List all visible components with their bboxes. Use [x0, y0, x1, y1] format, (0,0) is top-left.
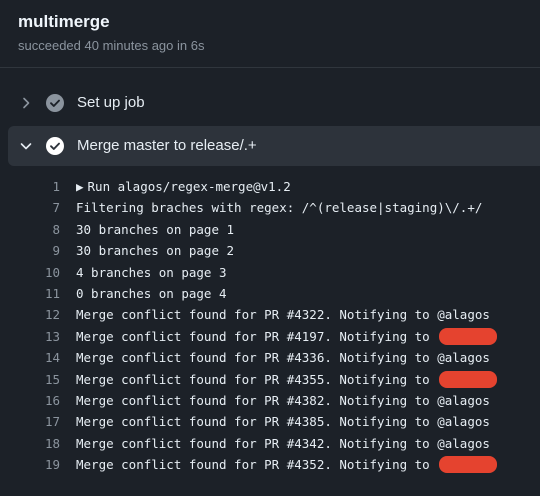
log-line[interactable]: 12 Merge conflict found for PR #4322. No…	[0, 304, 540, 325]
log-line[interactable]: 14 Merge conflict found for PR #4336. No…	[0, 347, 540, 368]
log-line[interactable]: 15 Merge conflict found for PR #4355. No…	[0, 369, 540, 390]
redacted-username	[439, 456, 498, 474]
log-line[interactable]: 18 Merge conflict found for PR #4342. No…	[0, 433, 540, 454]
log-text: Merge conflict found for PR #4342. Notif…	[76, 435, 490, 451]
line-number[interactable]: 15	[24, 369, 60, 390]
log-line[interactable]: 7 Filtering braches with regex: /^(relea…	[0, 197, 540, 218]
redacted-username	[439, 370, 498, 388]
log-text-content: Merge conflict found for PR #4352. Notif…	[76, 457, 438, 473]
check-circle-icon	[46, 94, 64, 112]
log-line[interactable]: 11 0 branches on page 4	[0, 283, 540, 304]
expand-triangle-icon[interactable]: ▶	[76, 176, 84, 197]
line-number[interactable]: 10	[24, 262, 60, 283]
chevron-right-icon	[23, 97, 30, 109]
log-text: Filtering braches with regex: /^(release…	[76, 200, 483, 216]
line-number[interactable]: 19	[24, 454, 60, 475]
log-text: Merge conflict found for PR #4322. Notif…	[76, 307, 490, 323]
line-number[interactable]: 13	[24, 326, 60, 347]
line-number[interactable]: 17	[24, 411, 60, 432]
log-line[interactable]: 19 Merge conflict found for PR #4352. No…	[0, 454, 540, 475]
log-text: ▶ Run alagos/regex-merge@v1.2	[76, 176, 291, 197]
log-line[interactable]: 17 Merge conflict found for PR #4385. No…	[0, 411, 540, 432]
step-log: 1 ▶ Run alagos/regex-merge@v1.2 7 Filteri…	[0, 176, 540, 475]
log-text-content: Run alagos/regex-merge@v1.2	[87, 179, 291, 194]
log-line[interactable]: 8 30 branches on page 1	[0, 219, 540, 240]
line-number[interactable]: 18	[24, 433, 60, 454]
line-number[interactable]: 16	[24, 390, 60, 411]
chevron-down-icon	[20, 143, 32, 150]
step-label: Set up job	[77, 94, 145, 111]
step-merge-master-to-release[interactable]: Merge master to release/.+	[8, 126, 540, 166]
step-label: Merge master to release/.+	[77, 137, 257, 154]
log-text-content: Merge conflict found for PR #4355. Notif…	[76, 371, 438, 387]
log-text: 4 branches on page 3	[76, 264, 227, 280]
log-text: 30 branches on page 2	[76, 243, 235, 259]
log-line[interactable]: 1 ▶ Run alagos/regex-merge@v1.2	[0, 176, 540, 197]
log-text: Merge conflict found for PR #4336. Notif…	[76, 350, 490, 366]
line-number[interactable]: 11	[24, 283, 60, 304]
job-title: multimerge	[18, 12, 110, 31]
redacted-username	[439, 327, 498, 345]
log-line[interactable]: 13 Merge conflict found for PR #4197. No…	[0, 326, 540, 347]
log-line[interactable]: 16 Merge conflict found for PR #4382. No…	[0, 390, 540, 411]
log-text: 0 branches on page 4	[76, 285, 227, 301]
log-line[interactable]: 9 30 branches on page 2	[0, 240, 540, 261]
log-text: Merge conflict found for PR #4352. Notif…	[76, 454, 498, 475]
line-number[interactable]: 8	[24, 219, 60, 240]
line-number[interactable]: 7	[24, 197, 60, 218]
line-number[interactable]: 9	[24, 240, 60, 261]
line-number[interactable]: 14	[24, 347, 60, 368]
log-text: 30 branches on page 1	[76, 221, 235, 237]
log-text: Merge conflict found for PR #4382. Notif…	[76, 392, 490, 408]
line-number[interactable]: 1	[24, 176, 60, 197]
log-text: Merge conflict found for PR #4197. Notif…	[76, 326, 498, 347]
job-status: succeeded 40 minutes ago in 6s	[18, 38, 205, 53]
step-set-up-job[interactable]: Set up job	[8, 83, 540, 123]
log-text: Merge conflict found for PR #4355. Notif…	[76, 369, 498, 390]
job-header: multimerge succeeded 40 minutes ago in 6…	[0, 0, 540, 68]
check-circle-icon	[46, 137, 64, 155]
log-text-content: Merge conflict found for PR #4197. Notif…	[76, 328, 438, 344]
log-text: Merge conflict found for PR #4385. Notif…	[76, 414, 490, 430]
line-number[interactable]: 12	[24, 304, 60, 325]
log-line[interactable]: 10 4 branches on page 3	[0, 262, 540, 283]
